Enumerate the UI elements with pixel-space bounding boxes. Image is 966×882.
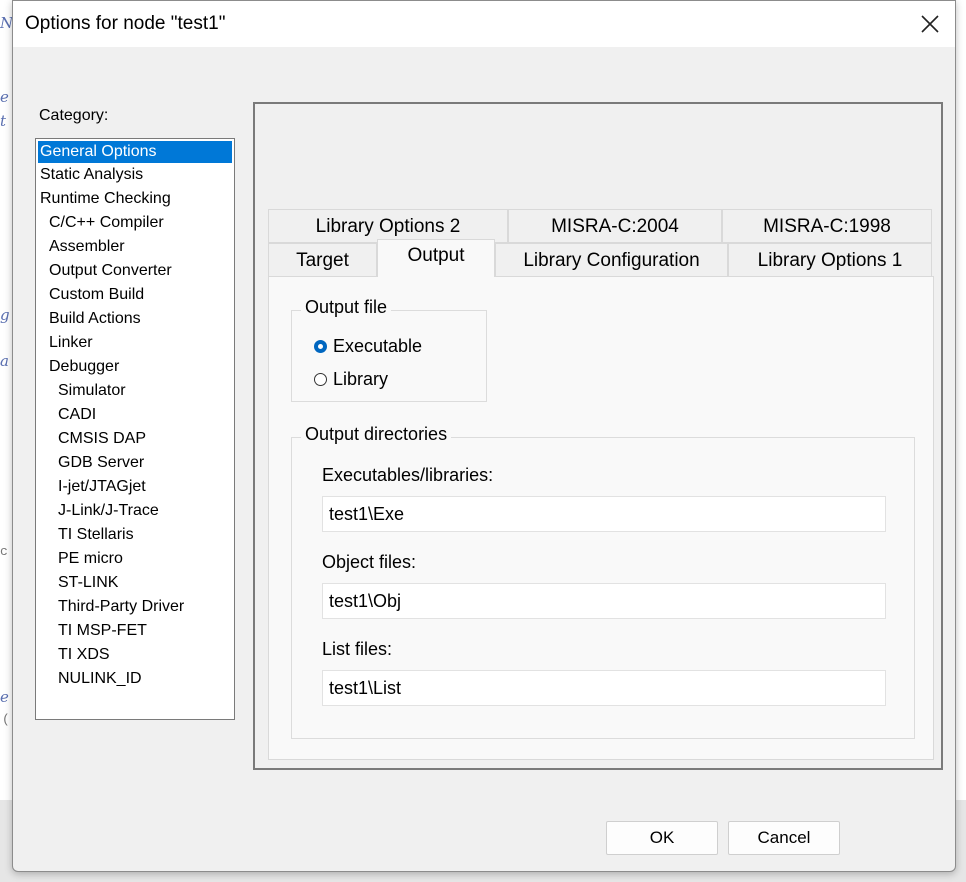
title-bar: Options for node "test1"	[13, 1, 955, 47]
output-file-group: Output file Executable Library	[291, 297, 487, 402]
ok-button[interactable]: OK	[606, 821, 718, 855]
close-button[interactable]	[913, 7, 947, 41]
radio-library-label: Library	[333, 369, 389, 389]
output-directories-legend: Output directories	[301, 424, 452, 445]
tab-library-options-1[interactable]: Library Options 1	[728, 243, 932, 277]
radio-executable[interactable]: Executable	[314, 336, 422, 357]
background-code-glyph: e	[0, 688, 9, 706]
category-item-linker[interactable]: Linker	[36, 331, 234, 355]
tab-library-options-2[interactable]: Library Options 2	[268, 209, 508, 243]
options-panel: Library Options 2 MISRA-C:2004 MISRA-C:1…	[253, 102, 943, 770]
output-file-legend: Output file	[301, 297, 392, 318]
category-item-output-converter[interactable]: Output Converter	[36, 259, 234, 283]
tab-misra-c-2004[interactable]: MISRA-C:2004	[508, 209, 722, 243]
dialog-title: Options for node "test1"	[25, 13, 226, 34]
category-item-custom-build[interactable]: Custom Build	[36, 283, 234, 307]
tab-output[interactable]: Output	[377, 239, 495, 277]
radio-checked-icon	[314, 340, 327, 353]
tab-target[interactable]: Target	[268, 243, 377, 277]
category-item-ti-xds[interactable]: TI XDS	[36, 643, 234, 667]
radio-unchecked-icon	[314, 373, 327, 386]
category-item-cadi[interactable]: CADI	[36, 403, 234, 427]
category-item-simulator[interactable]: Simulator	[36, 379, 234, 403]
tab-misra-c-1998[interactable]: MISRA-C:1998	[722, 209, 932, 243]
category-item-j-link[interactable]: J-Link/J-Trace	[36, 499, 234, 523]
category-item-static-analysis[interactable]: Static Analysis	[36, 163, 234, 187]
category-item-ti-msp-fet[interactable]: TI MSP-FET	[36, 619, 234, 643]
category-item-assembler[interactable]: Assembler	[36, 235, 234, 259]
options-dialog: Options for node "test1" Category: Gener…	[12, 0, 956, 872]
background-code-glyph: a	[0, 352, 9, 370]
output-tab-content: Output file Executable Library Output di…	[268, 276, 934, 760]
category-list[interactable]: General Options Static Analysis Runtime …	[35, 138, 235, 720]
executables-field[interactable]	[322, 496, 886, 532]
category-item-nulink-id[interactable]: NULINK_ID	[36, 667, 234, 691]
executables-label: Executables/libraries:	[322, 465, 494, 485]
category-item-debugger[interactable]: Debugger	[36, 355, 234, 379]
category-item-third-party-driver[interactable]: Third-Party Driver	[36, 595, 234, 619]
background-code-glyph: g	[0, 306, 10, 324]
radio-library[interactable]: Library	[314, 369, 388, 390]
background-code-glyph: t	[0, 112, 7, 130]
category-item-i-jet[interactable]: I-jet/JTAGjet	[36, 475, 234, 499]
category-item-gdb-server[interactable]: GDB Server	[36, 451, 234, 475]
list-files-field[interactable]	[322, 670, 886, 706]
category-item-cmsis-dap[interactable]: CMSIS DAP	[36, 427, 234, 451]
close-icon	[921, 15, 939, 33]
output-directories-group: Output directories Executables/libraries…	[291, 424, 915, 739]
background-code-glyph: (	[2, 712, 10, 727]
category-item-st-link[interactable]: ST-LINK	[36, 571, 234, 595]
cancel-button[interactable]: Cancel	[728, 821, 840, 855]
object-files-field[interactable]	[322, 583, 886, 619]
category-item-runtime-checking[interactable]: Runtime Checking	[36, 187, 234, 211]
list-files-label: List files:	[322, 639, 393, 659]
category-item-c-cpp-compiler[interactable]: C/C++ Compiler	[36, 211, 234, 235]
category-item-general-options[interactable]: General Options	[38, 141, 232, 163]
category-item-ti-stellaris[interactable]: TI Stellaris	[36, 523, 234, 547]
category-item-build-actions[interactable]: Build Actions	[36, 307, 234, 331]
background-code-glyph: e	[0, 88, 9, 106]
radio-executable-label: Executable	[333, 336, 423, 356]
object-files-label: Object files:	[322, 552, 417, 572]
category-item-pe-micro[interactable]: PE micro	[36, 547, 234, 571]
category-label: Category:	[39, 107, 109, 124]
background-code-glyph: c	[0, 544, 8, 559]
tab-library-configuration[interactable]: Library Configuration	[495, 243, 728, 277]
